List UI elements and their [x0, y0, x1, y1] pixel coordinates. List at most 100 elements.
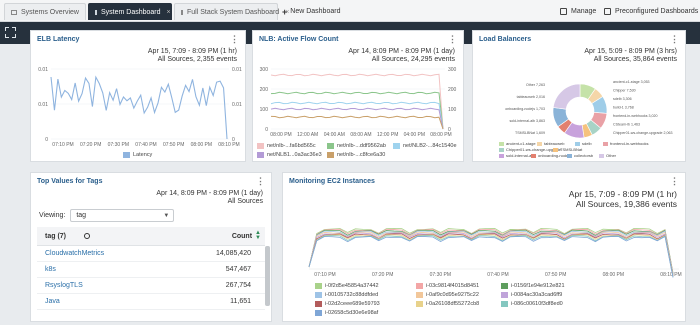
tag-value[interactable]: RsyslogTLS — [37, 282, 167, 289]
y-tick-label: 200 — [260, 87, 269, 93]
instance-series-line — [308, 234, 674, 277]
legend-swatch — [315, 301, 322, 307]
tab-full-stack-system-dashboard[interactable]: Full Stack System Dashboard × — [174, 3, 289, 20]
slice-label: TSMSLBNat 1,609 — [515, 131, 545, 135]
legend-item: net/NLB2-...84c1540e — [393, 143, 457, 149]
x-tick-label: 07:40 PM — [135, 142, 156, 148]
slice-label: Chipper 7,530 — [613, 89, 636, 93]
legend-item: i-0084ac30a3cad6ff9 — [501, 292, 562, 298]
legend-item: Other — [599, 153, 616, 158]
slice-label: sold-internal-alb 3,863 — [509, 119, 545, 123]
x-tick-label: 07:30 PM — [430, 272, 451, 278]
x-tick-label: 08:00 PM — [430, 132, 451, 138]
column-header-tag[interactable]: tag (7) — [37, 233, 167, 240]
legend-label: net/nlb-...ddf9562ab — [337, 143, 386, 149]
new-dashboard-button[interactable]: + New Dashboard — [282, 3, 340, 20]
legend-swatch — [257, 152, 264, 158]
panel-elb-latency: ELB Latency ⋮ Apr 15, 7:09 - 8:09 PM (1 … — [30, 30, 246, 162]
legend-item: i-0af9c0d95e9275c22 — [416, 292, 479, 298]
x-tick-label: 08:10 PM — [660, 272, 681, 278]
column-header-count[interactable]: Count ▲ ▼ — [167, 230, 265, 241]
new-dashboard-label: New Dashboard — [290, 8, 341, 15]
y-tick-label: 0 — [45, 137, 48, 143]
legend-item: net/nlb-...c8fce6a30 — [327, 152, 385, 158]
x-tick-label: 07:10 PM — [52, 142, 73, 148]
flow-series-line — [270, 115, 444, 130]
legend-swatch — [599, 153, 604, 158]
legend-swatch — [315, 310, 322, 316]
slice-label: ancient-c1-stage 3,053 — [613, 80, 650, 84]
legend-label: i-0156f1e94e912e821 — [511, 283, 565, 289]
legend-item: Chipper01-ws-change-upgrade — [499, 147, 561, 152]
preconfigured-dashboards-button[interactable]: Preconfigured Dashboards — [604, 3, 698, 20]
legend-swatch — [499, 141, 504, 146]
panel-top-values-for-tags: Top Values for Tags ⋮ Apr 14, 8:09 PM - … — [30, 172, 272, 322]
scrollbar-thumb[interactable] — [265, 246, 270, 306]
donut-slice — [552, 83, 581, 110]
chevron-down-icon: ▼ — [163, 212, 170, 219]
legend-swatch — [603, 141, 608, 146]
y-tick-label: 0.01 — [38, 67, 48, 73]
tab-label: Full Stack System Dashboard — [187, 8, 280, 16]
close-icon[interactable]: × — [167, 9, 171, 16]
viewing-value: tag — [76, 212, 87, 219]
legend-item: frontend-in-webhooks — [603, 141, 648, 146]
y-tick-label: 100 — [260, 107, 269, 113]
legend-item: net/nlb-...fa6bd565c — [257, 143, 316, 149]
legend-item: Latency — [123, 152, 152, 158]
slice-label: Chipper01-ws-change-upgrade 2,063 — [613, 131, 673, 135]
legend-label: collectorsb — [574, 153, 594, 158]
table-row[interactable]: k8s 547,467 — [37, 262, 265, 278]
legend-swatch — [501, 292, 508, 298]
tab-systems-overview[interactable]: Systems Overview — [4, 3, 86, 20]
flow-series-line — [270, 107, 444, 130]
tab-system-dashboard[interactable]: System Dashboard × — [88, 3, 172, 20]
legend-item: net/nlb-...ddf9562ab — [327, 143, 386, 149]
legend-item: i-00105732c88ddfded — [315, 292, 378, 298]
x-tick-label: 07:50 PM — [545, 272, 566, 278]
tab-bar: Systems Overview System Dashboard × Full… — [0, 0, 700, 22]
legend-item: collectorsb — [567, 153, 593, 158]
legend-label: net/nlb-...c8fce6a30 — [337, 152, 386, 158]
x-tick-label: 07:20 PM — [80, 142, 101, 148]
dashboard-icon — [95, 9, 97, 15]
y-tick-label: 0.01 — [232, 102, 242, 108]
preconfigured-label: Preconfigured Dashboards — [615, 8, 699, 15]
legend-swatch — [393, 143, 400, 149]
tag-value[interactable]: CloudwatchMetrics — [37, 250, 167, 257]
column-label: Count — [231, 232, 253, 240]
slice-label: tableauweb 2,016 — [517, 95, 545, 99]
event-count: All Sources — [227, 198, 263, 205]
fullscreen-icon[interactable] — [5, 27, 16, 38]
tag-value[interactable]: k8s — [37, 266, 167, 273]
legend-swatch — [499, 153, 504, 158]
x-tick-label: 04:00 PM — [404, 132, 425, 138]
tag-value[interactable]: Java — [37, 298, 167, 305]
legend-swatch — [501, 301, 508, 307]
y-tick-label: 0 — [265, 127, 268, 133]
manage-label: Manage — [571, 8, 597, 15]
manage-button[interactable]: Manage — [560, 3, 596, 20]
search-icon[interactable] — [84, 233, 90, 239]
sort-icon[interactable]: ▲ ▼ — [255, 230, 261, 241]
legend-item: i-086c00610f3df8ed0 — [501, 301, 563, 307]
legend-label: net/nlb-...fa6bd565c — [267, 143, 316, 149]
flow-series-line — [270, 91, 444, 130]
x-tick-label: 08:00 AM — [350, 132, 371, 138]
x-tick-label: 07:30 PM — [108, 142, 129, 148]
count-value: 267,754 — [225, 282, 251, 289]
y-tick-label: 200 — [448, 87, 457, 93]
viewing-select[interactable]: tag ▼ — [70, 209, 175, 222]
table-row[interactable]: CloudwatchMetrics 14,085,420 — [37, 246, 265, 262]
legend-label: i-00105732c88ddfded — [325, 292, 379, 298]
legend-label: i-02658c5d30e6e98af — [325, 310, 379, 316]
table-row[interactable]: RsyslogTLS 267,754 — [37, 278, 265, 294]
legend-label: TSMSLBNat — [560, 147, 583, 152]
dashboard-icon — [181, 9, 183, 15]
legend-swatch — [567, 153, 572, 158]
panel-menu-icon[interactable]: ⋮ — [256, 176, 265, 187]
manage-icon — [560, 8, 567, 15]
top-values-table: tag (7) Count ▲ ▼ CloudwatchMetrics 14,08… — [37, 227, 265, 310]
legend-label: i-0a26108df55272cb8 — [426, 301, 480, 307]
table-row[interactable]: Java 11,651 — [37, 294, 265, 310]
